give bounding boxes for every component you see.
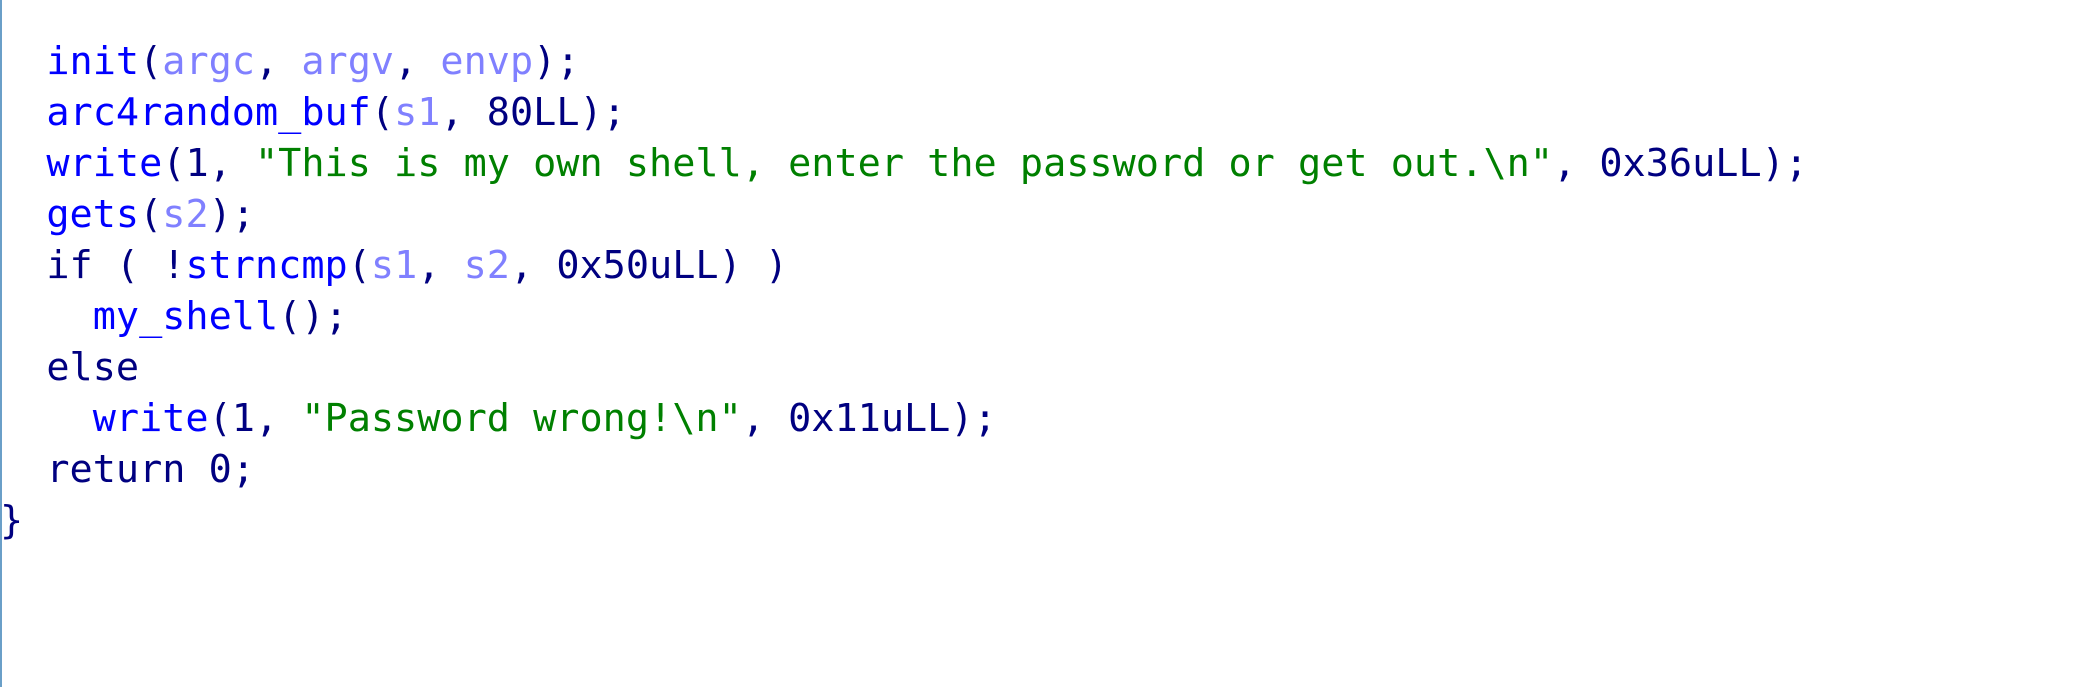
code-line[interactable]: return 0; [0, 444, 2080, 495]
code-variable-token[interactable]: argv [301, 39, 394, 84]
code-plain-token: , 0x36uLL); [1553, 141, 1808, 186]
code-line[interactable]: write(1, "Password wrong!\n", 0x11uLL); [0, 393, 2080, 444]
code-plain-token: ( [139, 39, 163, 84]
code-plain-token: ( [139, 192, 163, 237]
code-variable-token[interactable]: s2 [464, 243, 510, 288]
code-plain-token: , 0x11uLL); [741, 396, 997, 441]
code-plain-token: (1, [208, 396, 302, 441]
code-function-token[interactable]: init [46, 39, 139, 84]
code-line[interactable]: write(1, "This is my own shell, enter th… [0, 138, 2080, 189]
code-variable-token[interactable]: s2 [162, 192, 208, 237]
code-line[interactable]: init(argc, argv, envp); [0, 36, 2080, 87]
code-function-token[interactable]: gets [46, 192, 139, 237]
code-string-token: "Password wrong!\n" [301, 396, 742, 441]
code-string-token: "This is my own shell, enter the passwor… [254, 141, 1554, 186]
code-variable-token[interactable]: envp [440, 39, 533, 84]
code-plain-token: ( [347, 243, 371, 288]
code-line[interactable]: if ( !strncmp(s1, s2, 0x50uLL) ) [0, 240, 2080, 291]
code-function-token[interactable]: my_shell [93, 294, 278, 339]
code-plain-token: ); [208, 192, 255, 237]
code-plain-token: ); [533, 39, 580, 84]
code-function-token[interactable]: strncmp [185, 243, 347, 288]
code-variable-token[interactable]: s1 [371, 243, 417, 288]
code-plain-token: (1, [162, 141, 255, 186]
code-plain-token: ( [370, 90, 395, 135]
code-variable-token[interactable]: argc [162, 39, 255, 84]
code-function-token[interactable]: write [93, 396, 209, 441]
code-plain-token: , 0x50uLL) ) [509, 243, 789, 288]
code-function-token[interactable]: write [46, 141, 162, 186]
code-line[interactable]: arc4random_buf(s1, 80LL); [0, 87, 2080, 138]
code-plain-token: (); [278, 294, 348, 339]
code-function-token[interactable]: arc4random_buf [46, 90, 371, 135]
code-line[interactable]: gets(s2); [0, 189, 2080, 240]
code-plain-token: , [417, 243, 464, 288]
pseudocode-view[interactable]: init(argc, argv, envp); arc4random_buf(s… [0, 36, 2080, 546]
code-variable-token[interactable]: s1 [394, 90, 440, 135]
code-plain-token: if ( ! [46, 243, 186, 288]
code-line[interactable]: } [0, 495, 2080, 546]
code-plain-token: } [0, 498, 24, 543]
code-line[interactable]: else [0, 342, 2080, 393]
code-plain-token: , [394, 39, 441, 84]
code-line[interactable]: my_shell(); [0, 291, 2080, 342]
code-plain-token: , 80LL); [440, 90, 626, 135]
code-plain-token: return 0; [46, 447, 255, 492]
code-plain-token: else [46, 345, 140, 390]
code-plain-token: , [254, 39, 302, 84]
